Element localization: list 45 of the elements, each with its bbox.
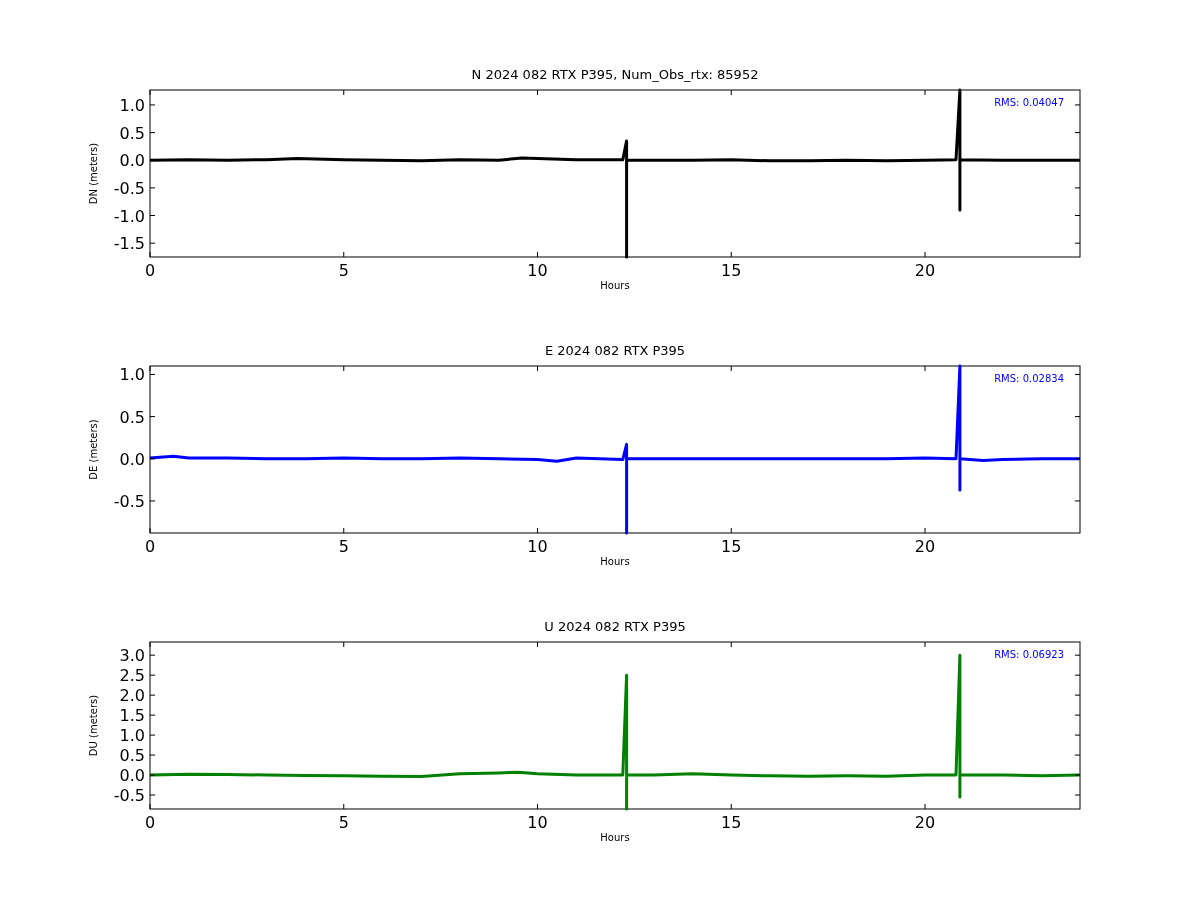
axis-label: Hours <box>600 556 630 567</box>
tick-label: 10 <box>527 261 548 280</box>
rms-label: RMS: 0.04047 <box>994 97 1064 108</box>
tick-label: 0.0 <box>119 766 145 786</box>
tick-label: 15 <box>721 261 742 280</box>
tick-label: -1.5 <box>113 234 145 254</box>
tick-label: 15 <box>721 813 742 832</box>
tick-label: 1.0 <box>119 726 145 746</box>
axis-label: DE (meters) <box>88 419 99 480</box>
tick-label: 0.0 <box>119 151 145 171</box>
tick-label: 2.0 <box>119 686 145 706</box>
tick-label: 0 <box>144 813 156 832</box>
chart-title: U 2024 082 RTX P395 <box>544 619 686 634</box>
tick-label: 10 <box>527 537 548 556</box>
tick-label: 1.5 <box>119 706 145 726</box>
chart-title: E 2024 082 RTX P395 <box>544 343 686 358</box>
axis-label: DU (meters) <box>88 694 99 757</box>
tick-label: 2.5 <box>119 666 145 686</box>
tick-label: -0.5 <box>113 178 145 198</box>
rms-label: RMS: 0.06923 <box>994 649 1064 660</box>
axis-label: DN (meters) <box>88 142 99 205</box>
tick-label: -1.0 <box>113 206 145 226</box>
tick-label: -0.5 <box>113 786 145 805</box>
tick-label: 5 <box>338 261 349 280</box>
rms-label: RMS: 0.02834 <box>994 373 1064 384</box>
tick-label: 3.0 <box>119 646 145 666</box>
tick-label: 5 <box>338 813 349 832</box>
chart-title: N 2024 082 RTX P395, Num_Obs_rtx: 85952 <box>471 67 759 82</box>
tick-label: 0.5 <box>119 746 145 766</box>
axis-label: Hours <box>600 280 630 291</box>
tick-label: 20 <box>914 537 936 556</box>
tick-label: 20 <box>914 261 936 280</box>
tick-label: 1.0 <box>119 365 145 385</box>
tick-label: 20 <box>914 813 936 832</box>
tick-label: 0.0 <box>119 449 145 469</box>
tick-label: 15 <box>721 537 742 556</box>
tick-label: 1.0 <box>119 95 145 115</box>
tick-label: 0 <box>144 261 156 280</box>
tick-label: 5 <box>338 537 349 556</box>
tick-label: 0.5 <box>119 123 145 143</box>
tick-label: 0.5 <box>119 407 145 427</box>
tick-label: 10 <box>527 813 548 832</box>
tick-label: 0 <box>144 537 156 556</box>
tick-label: -0.5 <box>113 491 145 511</box>
axis-label: Hours <box>600 832 630 843</box>
